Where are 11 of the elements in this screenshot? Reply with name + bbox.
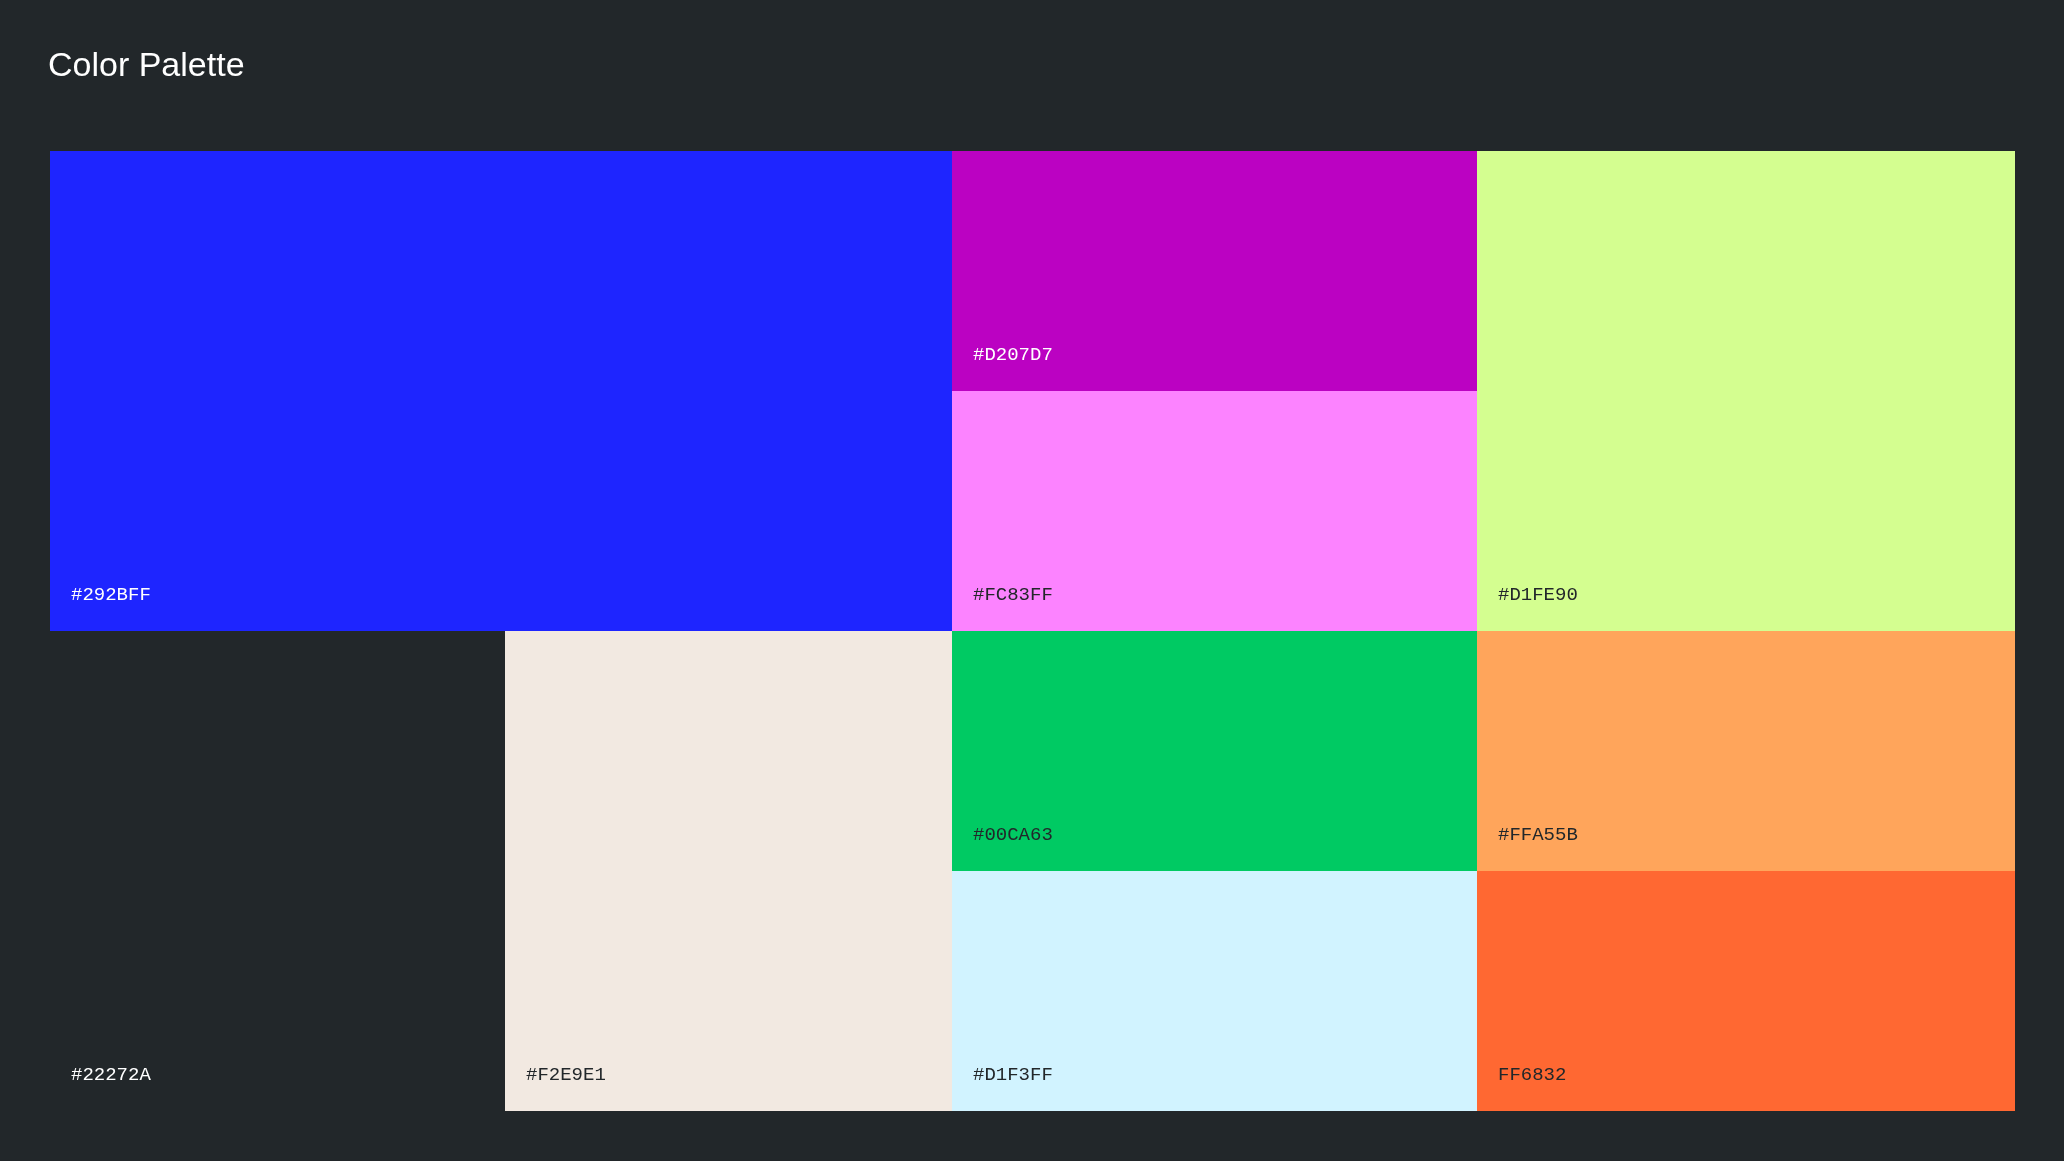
hex-code: #D1F3FF [973,1062,1053,1088]
page-title: Color Palette [48,44,246,84]
hex-code: FF6832 [1498,1062,1567,1088]
hex-code: #D207D7 [973,342,1053,368]
hex-code: #22272A [71,1062,151,1088]
hex-code: #FFA55B [1498,822,1578,848]
hex-code: #F2E9E1 [526,1062,606,1088]
hex-code: #292BFF [71,582,151,608]
hex-code: #D1FE90 [1498,582,1578,608]
hex-code: #00CA63 [973,822,1053,848]
hex-code: #FC83FF [973,582,1053,608]
